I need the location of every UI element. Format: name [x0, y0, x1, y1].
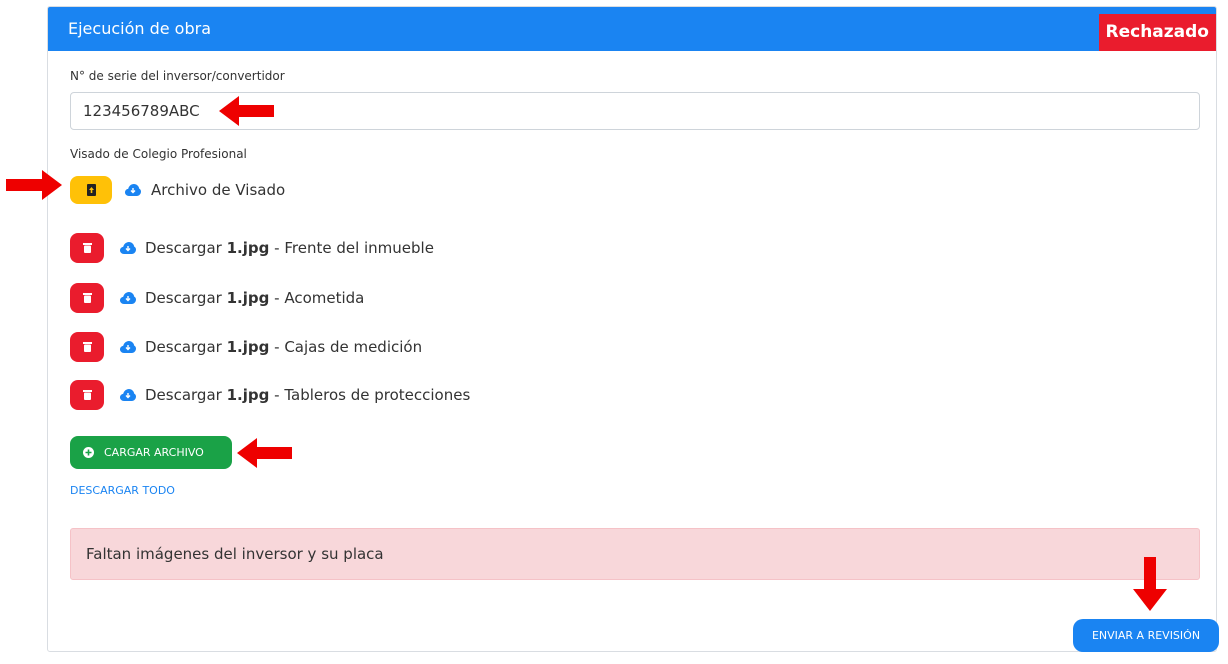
file-row: Descargar 1.jpg - Frente del inmueble	[70, 233, 434, 263]
file-description: - Tableros de protecciones	[274, 386, 471, 404]
delete-file-button[interactable]	[70, 332, 104, 362]
file-name: 1.jpg	[226, 386, 270, 404]
file-row: Descargar 1.jpg - Tableros de proteccion…	[70, 380, 470, 410]
load-file-label: CARGAR ARCHIVO	[104, 446, 204, 459]
download-prefix: Descargar	[145, 338, 222, 356]
upload-icon	[86, 184, 96, 196]
send-to-review-button[interactable]: ENVIAR A REVISIÓN	[1073, 619, 1219, 652]
cloud-download-icon	[120, 389, 136, 401]
trash-icon	[82, 293, 92, 303]
file-description: - Cajas de medición	[274, 338, 423, 356]
download-prefix: Descargar	[145, 239, 222, 257]
file-download-link[interactable]: Descargar 1.jpg - Acometida	[145, 289, 364, 307]
download-all-link[interactable]: DESCARGAR TODO	[70, 484, 175, 497]
visado-label: Visado de Colegio Profesional	[70, 147, 247, 161]
cloud-download-icon	[120, 341, 136, 353]
file-row: Descargar 1.jpg - Cajas de medición	[70, 332, 422, 362]
download-prefix: Descargar	[145, 289, 222, 307]
delete-file-button[interactable]	[70, 283, 104, 313]
file-description: - Acometida	[274, 289, 365, 307]
plus-circle-icon	[83, 447, 94, 458]
trash-icon	[82, 342, 92, 352]
file-name: 1.jpg	[226, 239, 270, 257]
file-name: 1.jpg	[226, 338, 270, 356]
download-prefix: Descargar	[145, 386, 222, 404]
cloud-download-icon	[120, 242, 136, 254]
status-badge: Rechazado	[1098, 14, 1216, 51]
file-download-link[interactable]: Descargar 1.jpg - Tableros de proteccion…	[145, 386, 470, 404]
visado-row: Archivo de Visado	[70, 176, 285, 204]
serial-label: N° de serie del inversor/convertidor	[70, 69, 285, 83]
annotation-arrow-down-icon	[1133, 557, 1167, 611]
delete-file-button[interactable]	[70, 380, 104, 410]
file-name: 1.jpg	[226, 289, 270, 307]
upload-visado-button[interactable]	[70, 176, 112, 204]
trash-icon	[82, 243, 92, 253]
trash-icon	[82, 390, 92, 400]
visado-file-label: Archivo de Visado	[151, 181, 286, 199]
load-file-button[interactable]: CARGAR ARCHIVO	[70, 436, 232, 469]
annotation-arrow-left-icon	[237, 438, 292, 468]
file-download-link[interactable]: Descargar 1.jpg - Cajas de medición	[145, 338, 422, 356]
file-row: Descargar 1.jpg - Acometida	[70, 283, 364, 313]
file-description: - Frente del inmueble	[274, 239, 434, 257]
cloud-download-icon	[120, 292, 136, 304]
card-header: Ejecución de obra Rechazado	[48, 7, 1216, 51]
annotation-arrow-right-icon	[6, 170, 62, 200]
file-download-link[interactable]: Descargar 1.jpg - Frente del inmueble	[145, 239, 434, 257]
missing-images-alert: Faltan imágenes del inversor y su placa	[70, 528, 1200, 580]
annotation-arrow-left-icon	[219, 96, 274, 126]
card-title: Ejecución de obra	[68, 19, 212, 38]
cloud-download-icon	[125, 184, 141, 196]
delete-file-button[interactable]	[70, 233, 104, 263]
